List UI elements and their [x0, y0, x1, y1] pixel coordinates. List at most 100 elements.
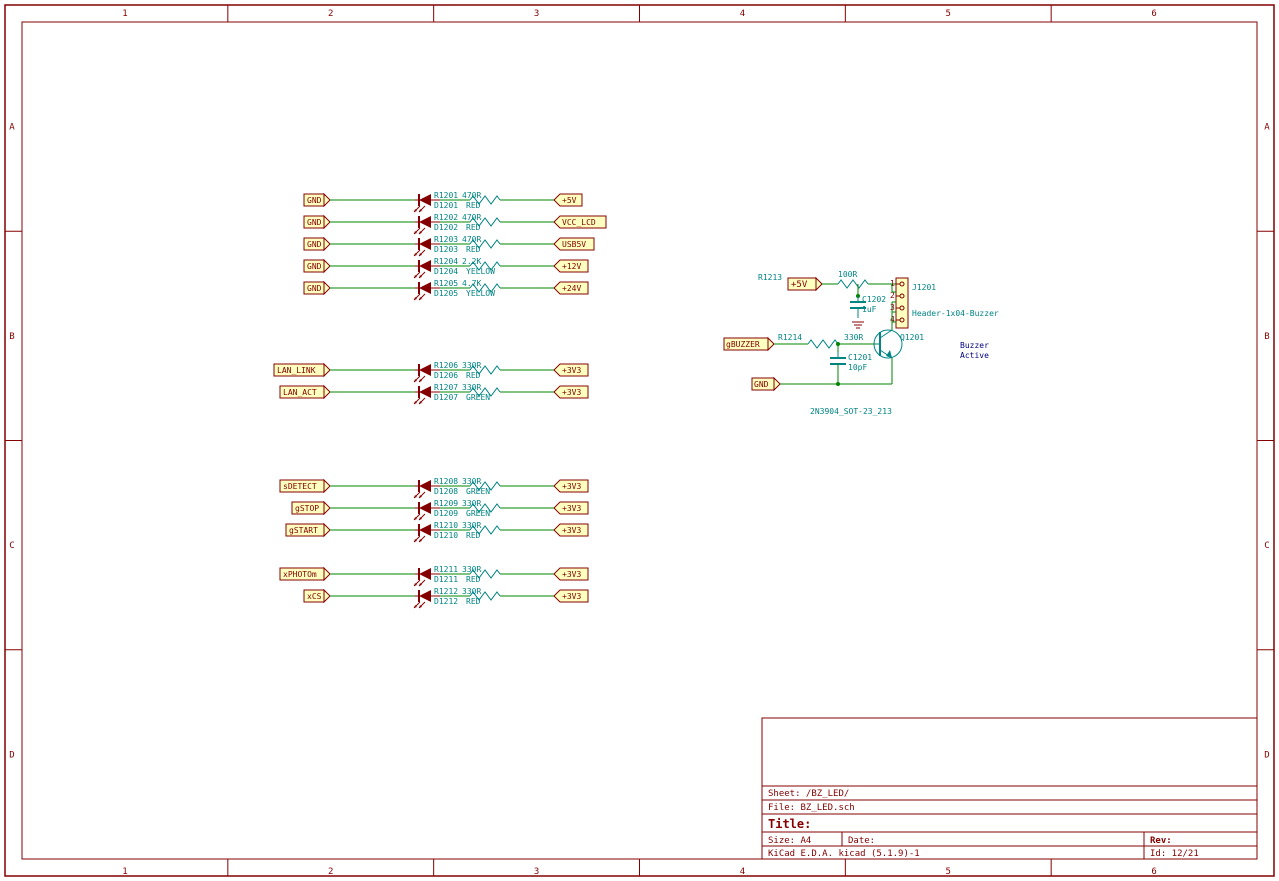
d-ref: D1207: [434, 393, 458, 402]
r-val: 330R: [462, 565, 481, 574]
col-marker: 5: [946, 867, 951, 877]
r1214-ref: R1214: [778, 333, 802, 342]
r1213-val: 100R: [838, 270, 857, 279]
net-left: gSTOP: [295, 504, 319, 513]
net-right: +3V3: [562, 504, 581, 513]
net-left: xPHOTOm: [283, 570, 317, 579]
net-left: GND: [307, 196, 322, 205]
tb-id: Id: 12/21: [1150, 849, 1199, 859]
r-val: 4.7K: [462, 279, 481, 288]
led-row-2: GNDD1203REDR1203470RUSB5V: [304, 235, 594, 256]
led-row-6: LAN_ACTD1207GREENR1207330R+3V3: [280, 383, 588, 404]
r-val: 330R: [462, 499, 481, 508]
d-ref: D1206: [434, 371, 458, 380]
pwr-gnd: GND: [754, 380, 769, 389]
c1201-ref: C1201: [848, 353, 872, 362]
col-marker: 1: [122, 867, 127, 877]
c1202-val: 1uF: [862, 305, 877, 314]
d-ref: D1203: [434, 245, 458, 254]
r1214-val: 330R: [844, 333, 863, 342]
r-ref: R1207: [434, 383, 458, 392]
d-ref: D1209: [434, 509, 458, 518]
d-ref: D1210: [434, 531, 458, 540]
r-ref: R1208: [434, 477, 458, 486]
col-marker: 5: [946, 9, 951, 19]
r-val: 330R: [462, 477, 481, 486]
d-color: RED: [466, 245, 481, 254]
d-color: RED: [466, 597, 481, 606]
buzzer-note-2: Active: [960, 351, 989, 360]
r-val: 2.2K: [462, 257, 481, 266]
net-right: +5V: [562, 196, 577, 205]
led-row-9: gSTARTD1210REDR1210330R+3V3: [286, 521, 588, 542]
q1201-ref: Q1201: [900, 333, 924, 342]
d-ref: D1202: [434, 223, 458, 232]
col-marker: 3: [534, 867, 539, 877]
net-left: GND: [307, 240, 322, 249]
j1201-desc: Header-1x04-Buzzer: [912, 309, 999, 318]
row-marker: B: [1264, 332, 1269, 342]
r-ref: R1204: [434, 257, 458, 266]
r-ref: R1210: [434, 521, 458, 530]
col-marker: 2: [328, 867, 333, 877]
led-row-10: xPHOTOmD1211REDR1211330R+3V3: [280, 565, 588, 586]
net-left: GND: [307, 262, 322, 271]
title-block: Sheet: /BZ_LED/ File: BZ_LED.sch Title: …: [762, 718, 1257, 859]
d-color: RED: [466, 531, 481, 540]
net-left: xCS: [307, 592, 322, 601]
col-marker: 3: [534, 9, 539, 19]
net-right: VCC_LCD: [562, 218, 596, 227]
led-row-3: GNDD1204YELLOWR12042.2K+12V: [304, 257, 588, 278]
pwr-5v: +5V: [791, 280, 808, 290]
r-val: 330R: [462, 521, 481, 530]
col-marker: 1: [122, 9, 127, 19]
c1201-val: 10pF: [848, 363, 867, 372]
r-val: 470R: [462, 235, 481, 244]
net-left: LAN_LINK: [277, 366, 316, 375]
pin-num: 3: [890, 303, 895, 312]
col-marker: 4: [740, 867, 745, 877]
net-left: LAN_ACT: [283, 388, 317, 397]
tb-file: File: BZ_LED.sch: [768, 803, 855, 813]
transistor-part: 2N3904_SOT-23_213: [810, 407, 892, 416]
led-row-1: GNDD1202REDR1202470RVCC_LCD: [304, 213, 606, 234]
net-left: sDETECT: [283, 482, 317, 491]
d-ref: D1212: [434, 597, 458, 606]
d-ref: D1204: [434, 267, 458, 276]
d-color: RED: [466, 201, 481, 210]
d-color: RED: [466, 575, 481, 584]
net-left: GND: [307, 218, 322, 227]
d-ref: D1205: [434, 289, 458, 298]
led-row-7: sDETECTD1208GREENR1208330R+3V3: [280, 477, 588, 498]
tb-rev: Rev:: [1150, 836, 1172, 846]
row-marker: C: [9, 541, 14, 551]
c1202-ref: C1202: [862, 295, 886, 304]
r-ref: R1211: [434, 565, 458, 574]
net-right: USB5V: [562, 240, 586, 249]
r-ref: R1201: [434, 191, 458, 200]
r-val: 330R: [462, 361, 481, 370]
d-color: RED: [466, 371, 481, 380]
net-right: +24V: [562, 284, 581, 293]
net-gbuzzer: gBUZZER: [726, 340, 760, 349]
led-row-0: GNDD1201REDR1201470R+5V: [304, 191, 582, 212]
j1201-ref: J1201: [912, 283, 936, 292]
net-right: +12V: [562, 262, 581, 271]
buzzer-circuit: +5V R1213 100R C1202 1uF gBUZZER R1214: [724, 270, 999, 416]
col-marker: 4: [740, 9, 745, 19]
r-val: 330R: [462, 587, 481, 596]
col-marker: 2: [328, 9, 333, 19]
net-right: +3V3: [562, 388, 581, 397]
r-ref: R1209: [434, 499, 458, 508]
col-marker: 6: [1151, 9, 1156, 19]
r-val: 330R: [462, 383, 481, 392]
net-left: gSTART: [289, 526, 318, 535]
tb-kicad: KiCad E.D.A. kicad (5.1.9)-1: [768, 849, 920, 859]
r-val: 470R: [462, 213, 481, 222]
led-row-8: gSTOPD1209GREENR1209330R+3V3: [292, 499, 588, 520]
d-color: RED: [466, 223, 481, 232]
row-marker: A: [1264, 123, 1270, 133]
r-ref: R1212: [434, 587, 458, 596]
led-row-5: LAN_LINKD1206REDR1206330R+3V3: [274, 361, 588, 382]
r-ref: R1206: [434, 361, 458, 370]
